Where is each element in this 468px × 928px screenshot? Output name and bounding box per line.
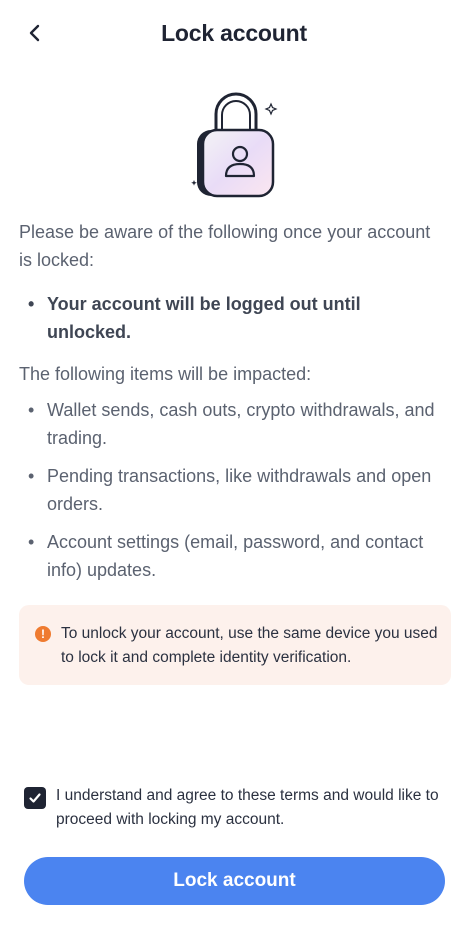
key-point-list: • Your account will be logged out until u…	[19, 290, 439, 346]
exclamation-circle-icon: !	[35, 626, 51, 642]
impacted-item-text: Account settings (email, password, and c…	[47, 532, 424, 580]
checkmark-icon	[29, 793, 41, 803]
list-item: • Wallet sends, cash outs, crypto withdra…	[19, 396, 439, 452]
list-item: • Your account will be logged out until u…	[19, 290, 439, 346]
impacted-items-list: • Wallet sends, cash outs, crypto withdra…	[19, 396, 439, 584]
padlock-user-icon	[188, 88, 284, 200]
impact-heading: The following items will be impacted:	[19, 364, 312, 384]
list-item: • Account settings (email, password, and …	[19, 528, 439, 584]
content: Please be aware of the following once yo…	[19, 218, 439, 584]
impacted-item-text: Wallet sends, cash outs, crypto withdraw…	[47, 400, 435, 448]
impacted-item-text: Pending transactions, like withdrawals a…	[47, 466, 432, 514]
intro-text: Please be aware of the following once yo…	[19, 222, 431, 270]
bullet-dot: •	[28, 466, 35, 486]
agree-checkbox[interactable]	[24, 787, 46, 809]
lock-account-button[interactable]: Lock account	[24, 857, 445, 905]
list-item: • Pending transactions, like withdrawals …	[19, 462, 439, 518]
page-title: Lock account	[161, 20, 307, 46]
bullet-dot: •	[28, 532, 35, 552]
bullet-dot: •	[28, 400, 35, 420]
warning-text: To unlock your account, use the same dev…	[61, 625, 438, 666]
agreement-text: I understand and agree to these terms an…	[56, 787, 439, 828]
warning-banner: ! To unlock your account, use the same d…	[19, 605, 451, 685]
header: Lock account	[0, 0, 468, 70]
key-point-text: Your account will be logged out until un…	[47, 294, 361, 342]
bullet-dot: •	[28, 294, 35, 314]
